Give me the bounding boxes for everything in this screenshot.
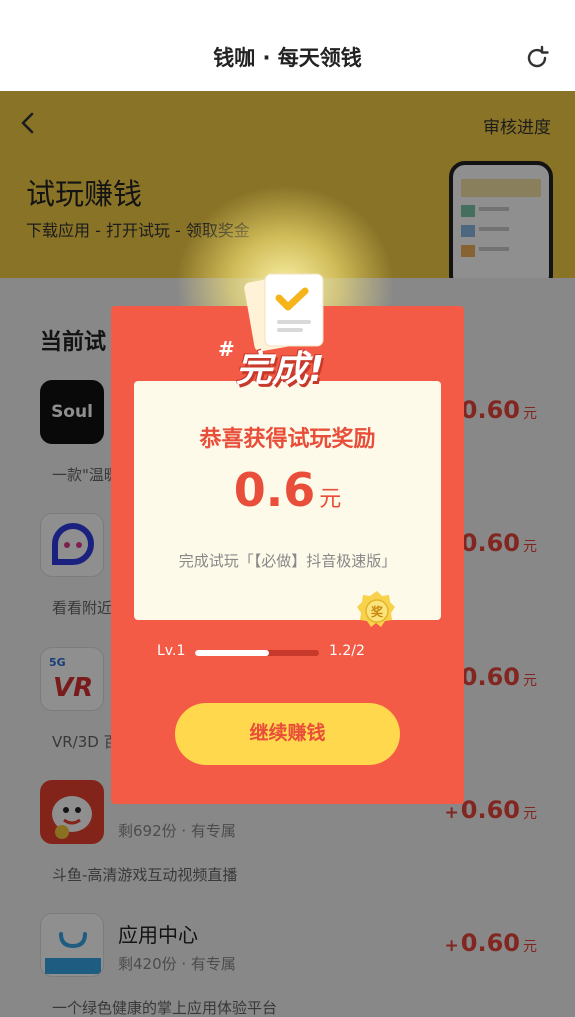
svg-text:奖: 奖 [371,604,384,619]
continue-earning-button[interactable]: 继续赚钱 [175,703,400,765]
reward-amount-display: 0.6 元 [134,463,441,517]
congrats-title: 恭喜获得试玩奖励 [199,427,376,452]
reward-card: 恭喜获得试玩奖励 0.6 元 完成试玩「【必做】抖音极速版」 奖 [134,381,441,627]
done-label: # 完成! [218,337,358,390]
progress-track [195,650,319,656]
refresh-icon[interactable] [523,44,551,72]
level-progress: Lv.1 1.2/2 [157,643,377,663]
progress-count: 1.2/2 [329,643,365,659]
reward-badge-icon: 奖 [357,591,395,627]
done-text: 完成! [236,349,325,390]
reward-amount-unit: 元 [319,487,342,512]
reward-amount-value: 0.6 [233,463,316,517]
top-bar: 钱咖 · 每天领钱 [0,0,575,91]
page-title: 钱咖 · 每天领钱 [213,46,362,70]
task-description: 完成试玩「【必做】抖音极速版」 [178,552,397,570]
done-hash: # [218,337,235,361]
progress-fill [195,650,270,656]
level-label: Lv.1 [157,643,186,659]
